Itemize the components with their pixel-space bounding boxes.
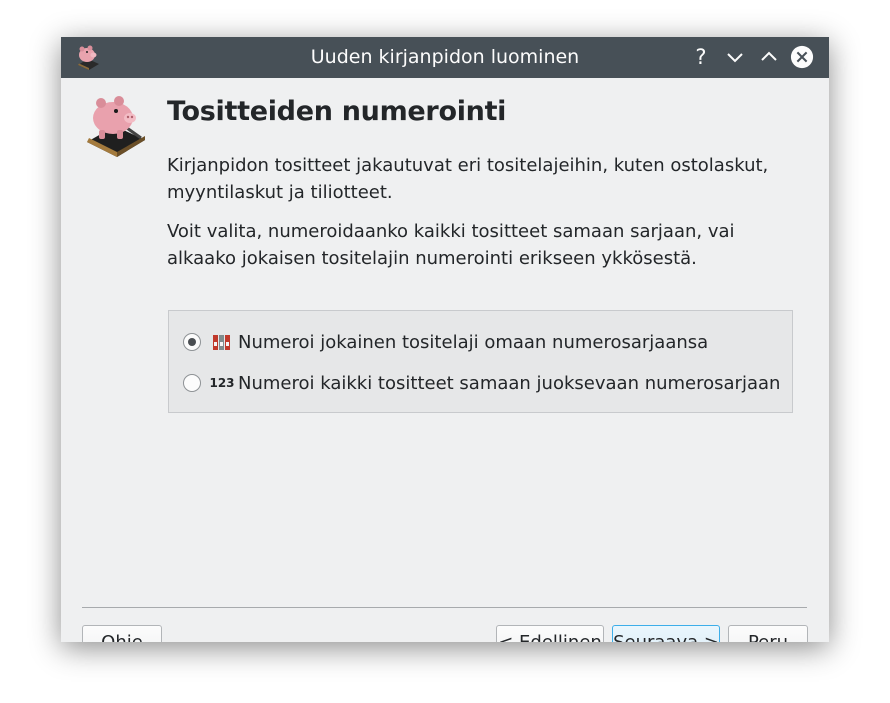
radio-dot bbox=[188, 338, 196, 346]
radio-button-selected[interactable] bbox=[183, 333, 201, 351]
choice-paragraph: Voit valita, numeroidaanko kaikki tositt… bbox=[167, 221, 735, 269]
next-mnemonic: S bbox=[613, 632, 624, 642]
previous-label-post: ellinen bbox=[542, 632, 602, 642]
radio-button[interactable] bbox=[183, 374, 201, 392]
help-button-icon[interactable]: ? bbox=[689, 45, 713, 69]
button-divider bbox=[82, 607, 807, 608]
close-icon[interactable] bbox=[790, 45, 814, 69]
title-bar[interactable]: Uuden kirjanpidon luominen ? bbox=[61, 37, 829, 78]
help-mnemonic: h bbox=[115, 632, 126, 642]
option-label: Numeroi jokainen tositelaji omaan numero… bbox=[238, 331, 709, 353]
numbering-options-group: Numeroi jokainen tositelaji omaan numero… bbox=[168, 310, 793, 413]
intro-paragraph: Kirjanpidon tositteet jakautuvat eri tos… bbox=[167, 155, 769, 203]
piggy-bank-icon bbox=[87, 96, 145, 157]
numbers-icon: 123 bbox=[209, 376, 235, 390]
page-title: Tositteiden numerointi bbox=[167, 96, 507, 127]
previous-button[interactable]: < Edellinen bbox=[496, 625, 604, 642]
option-label: Numeroi kaikki tositteet samaan juokseva… bbox=[238, 372, 781, 394]
previous-label-pre: < E bbox=[498, 632, 530, 642]
minimize-icon[interactable] bbox=[723, 45, 747, 69]
previous-mnemonic: d bbox=[530, 632, 541, 642]
option-single-series[interactable]: 123 Numeroi kaikki tositteet samaan juok… bbox=[183, 370, 780, 396]
next-label-post: euraava > bbox=[625, 632, 719, 642]
option-separate-series[interactable]: Numeroi jokainen tositelaji omaan numero… bbox=[183, 329, 708, 355]
help-label-pre: O bbox=[101, 632, 115, 642]
binders-icon bbox=[211, 332, 233, 352]
help-button[interactable]: Ohje bbox=[82, 625, 162, 642]
cancel-button[interactable]: Peru bbox=[728, 625, 808, 642]
wizard-window: Uuden kirjanpidon luominen ? Tositteiden… bbox=[61, 37, 829, 642]
wizard-page: Tositteiden numerointi Kirjanpidon tosit… bbox=[61, 78, 829, 642]
maximize-icon[interactable] bbox=[757, 45, 781, 69]
next-button[interactable]: Seuraava > bbox=[612, 625, 720, 642]
help-label-post: je bbox=[127, 632, 143, 642]
window-title: Uuden kirjanpidon luominen bbox=[310, 46, 580, 68]
